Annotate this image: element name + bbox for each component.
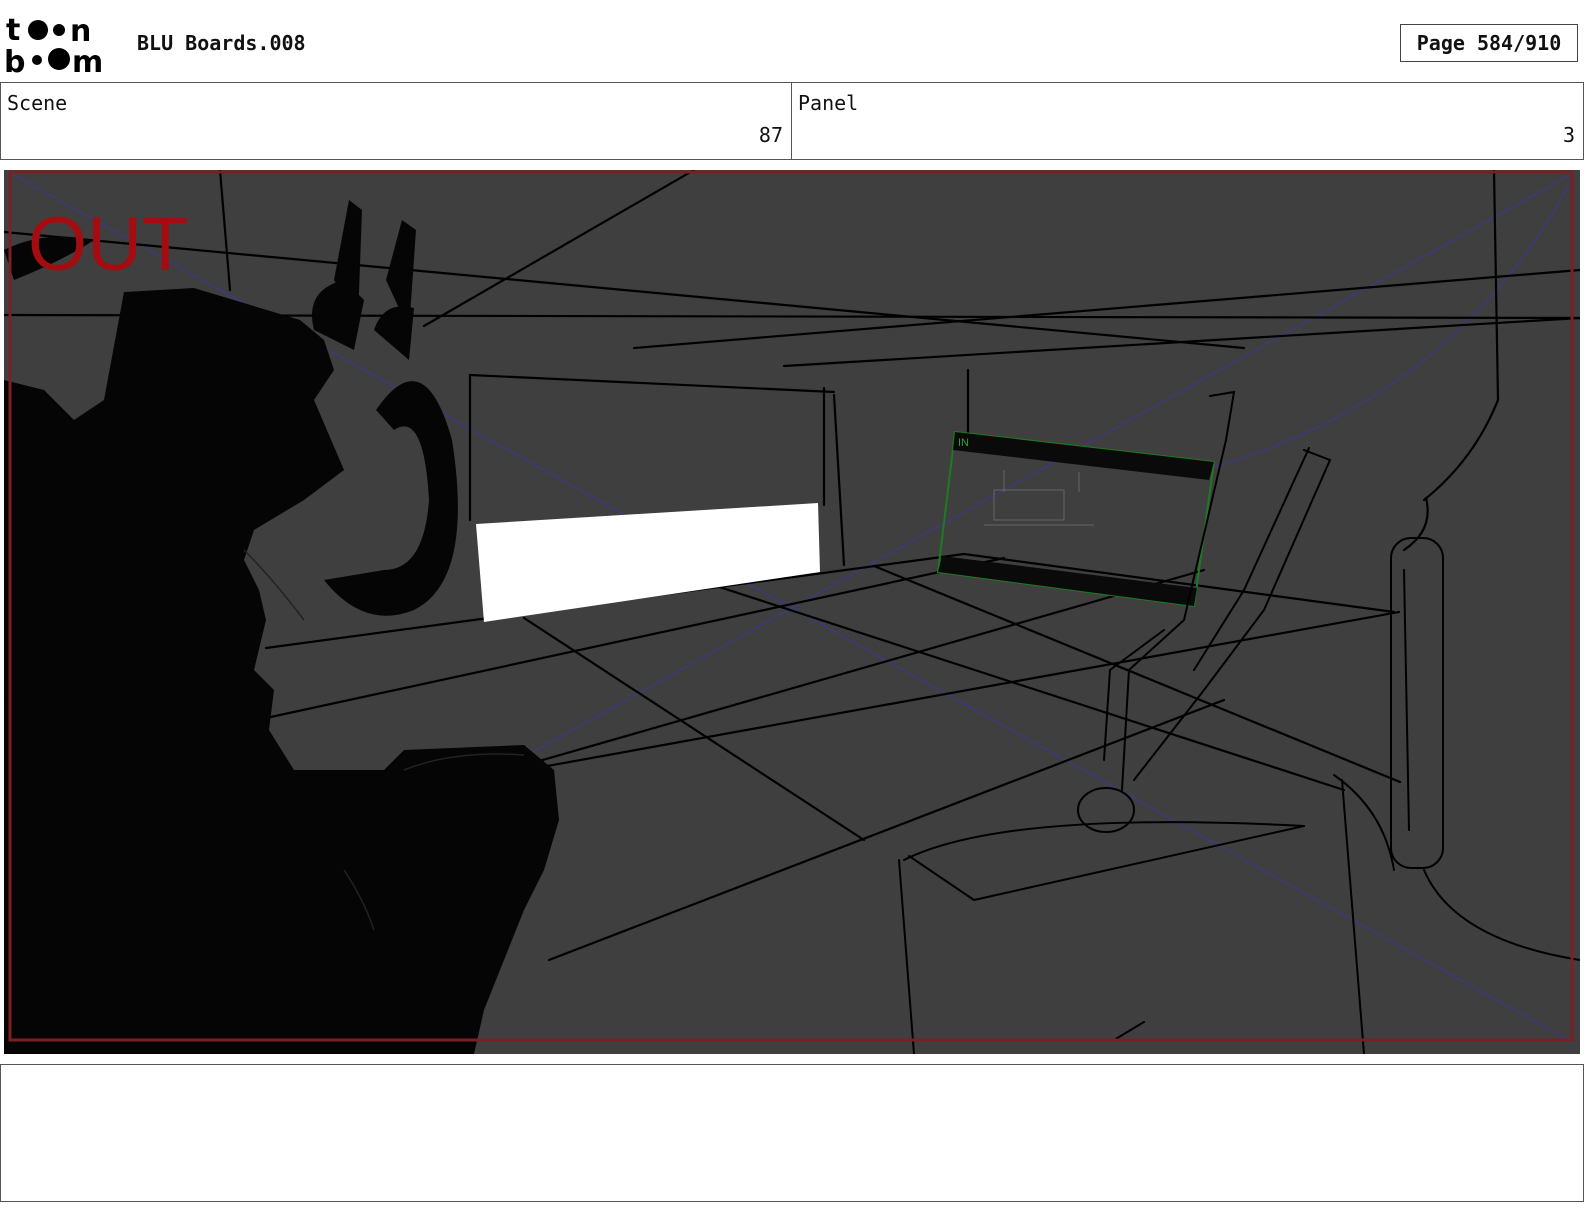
svg-text:b: b [4,45,25,76]
svg-text:n: n [70,14,91,49]
scene-label: Scene [7,91,68,115]
toon-boom-logo: t n b m [4,13,116,80]
svg-text:t: t [6,14,20,48]
scene-panel-row: Scene 87 Panel 3 [0,82,1584,160]
scene-cell: Scene 87 [0,83,792,159]
header: t n b m BLU Boards.008 Page 584/910 [0,0,1584,82]
character-silhouette [4,200,559,1054]
panel-number: 3 [1562,123,1575,147]
out-label: OUT [28,202,188,287]
storyboard-panel-image: IN OUT [4,170,1580,1054]
page-indicator: Page 584/910 [1400,24,1578,62]
in-label: IN [958,437,969,449]
panel-label: Panel [798,91,859,115]
notes-box [0,1064,1584,1202]
scene-number: 87 [758,123,783,147]
panel-cell: Panel 3 [792,83,1584,159]
svg-text:m: m [72,45,103,76]
light-window [476,503,820,622]
document-title: BLU Boards.008 [137,31,306,55]
